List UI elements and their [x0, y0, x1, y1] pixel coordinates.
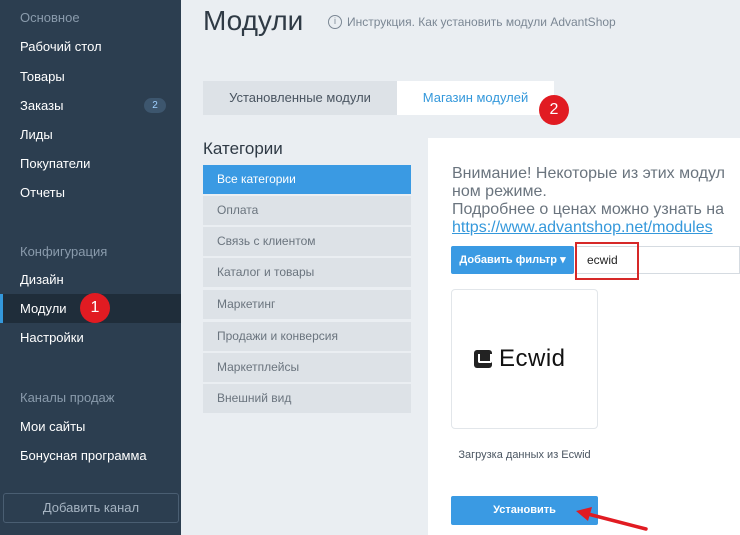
sidebar-item-customers[interactable]: Покупатели	[0, 149, 181, 178]
category-payment[interactable]: Оплата	[203, 196, 411, 225]
sidebar-item-leads[interactable]: Лиды	[0, 120, 181, 149]
notice-line: ном режиме.	[452, 183, 547, 200]
modules-pricing-link[interactable]: https://www.advantshop.net/modules	[452, 219, 713, 236]
help-link-text: Инструкция. Как установить модули Advant…	[347, 15, 616, 29]
tab-installed-modules[interactable]: Установленные модули	[203, 81, 397, 115]
ecwid-logo-text: Ecwid	[499, 345, 566, 372]
sidebar-item-my-sites[interactable]: Мои сайты	[0, 412, 181, 441]
category-marketing[interactable]: Маркетинг	[203, 290, 411, 319]
pricing-notice: Внимание! Некоторые из этих модул ном ре…	[452, 165, 740, 237]
module-card-ecwid[interactable]: Ecwid	[451, 289, 598, 429]
sidebar-item-bonus-program[interactable]: Бонусная программа	[0, 441, 181, 470]
ecwid-logo: Ecwid	[474, 345, 566, 373]
add-filter-button[interactable]: Добавить фильтр ▾	[451, 246, 574, 274]
add-channel-button[interactable]: Добавить канал	[3, 493, 179, 523]
sidebar-item-orders[interactable]: Заказы 2	[0, 91, 181, 120]
sidebar-group-config: Конфигурация	[20, 244, 108, 259]
category-catalog[interactable]: Каталог и товары	[203, 258, 411, 287]
category-customer-contact[interactable]: Связь с клиентом	[203, 227, 411, 256]
search-highlight-frame	[575, 242, 639, 280]
step-marker-1: 1	[80, 293, 110, 323]
category-all[interactable]: Все категории	[203, 165, 411, 194]
sidebar-item-settings[interactable]: Настройки	[0, 323, 181, 352]
notice-line: Внимание! Некоторые из этих модул	[452, 165, 725, 182]
sidebar-item-design[interactable]: Дизайн	[0, 265, 181, 294]
sidebar-group-main: Основное	[20, 10, 80, 25]
shopping-cart-icon	[474, 350, 492, 368]
notice-line: Подробнее о ценах можно узнать на	[452, 201, 724, 218]
chat-help-icon: i	[328, 15, 342, 29]
sidebar-item-label: Заказы	[20, 98, 64, 113]
page-title: Модули	[203, 5, 304, 36]
sidebar-item-dashboard[interactable]: Рабочий стол	[0, 32, 181, 61]
category-sales-conversion[interactable]: Продажи и конверсия	[203, 322, 411, 351]
red-arrow-icon	[576, 507, 648, 531]
categories-title: Категории	[203, 139, 283, 158]
help-link[interactable]: i Инструкция. Как установить модули Adva…	[328, 15, 616, 29]
category-marketplaces[interactable]: Маркетплейсы	[203, 353, 411, 382]
sidebar-group-channels: Каналы продаж	[20, 390, 115, 405]
sidebar-item-products[interactable]: Товары	[0, 62, 181, 91]
category-appearance[interactable]: Внешний вид	[203, 384, 411, 413]
sidebar: Основное Рабочий стол Товары Заказы 2 Ли…	[0, 0, 181, 535]
module-store-content: Внимание! Некоторые из этих модул ном ре…	[428, 138, 740, 535]
step-marker-2: 2	[539, 95, 569, 125]
orders-count-badge: 2	[144, 98, 166, 113]
sidebar-item-reports[interactable]: Отчеты	[0, 178, 181, 207]
tab-module-store[interactable]: Магазин модулей	[397, 81, 554, 115]
module-caption: Загрузка данных из Ecwid	[458, 449, 591, 461]
